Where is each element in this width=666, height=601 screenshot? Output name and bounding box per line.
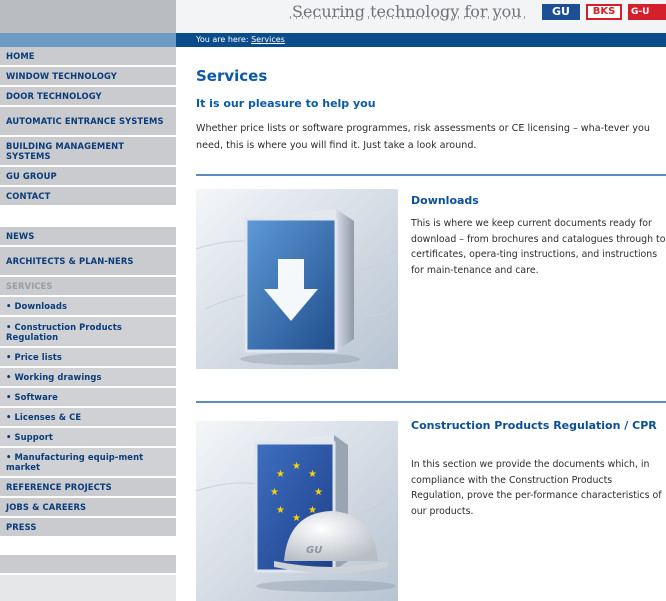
sidebar-item-window-technology[interactable]: WINDOW TECHNOLOGY bbox=[0, 67, 176, 87]
sidebar-item-architects-planners[interactable]: ARCHITECTS & PLAN-NERS bbox=[0, 247, 176, 277]
svg-text:★: ★ bbox=[292, 513, 301, 524]
sidebar-item-jobs-careers[interactable]: JOBS & CAREERS bbox=[0, 498, 176, 518]
sidebar-item-press[interactable]: PRESS bbox=[0, 518, 176, 538]
svg-text:★: ★ bbox=[308, 469, 317, 480]
breadcrumb: You are here: Services bbox=[196, 35, 285, 44]
sidebar-item-contact[interactable]: CONTACT bbox=[0, 187, 176, 207]
sidebar-subitem-manufacturing-equipment-market[interactable]: • Manufacturing equip-ment market bbox=[0, 448, 176, 478]
sidebar-subitem-support[interactable]: • Support bbox=[0, 428, 176, 448]
sidebar-subitem-software[interactable]: • Software bbox=[0, 388, 176, 408]
sidebar-item-news[interactable]: NEWS bbox=[0, 227, 176, 247]
bks-logo[interactable]: BKS bbox=[586, 4, 622, 20]
sidebar-subitem-price-lists[interactable]: • Price lists bbox=[0, 348, 176, 368]
breadcrumb-link-services[interactable]: Services bbox=[251, 35, 285, 44]
sidebar-item-home[interactable]: HOME bbox=[0, 47, 176, 67]
sidebar-subitem-downloads[interactable]: • Downloads bbox=[0, 297, 176, 317]
sidebar-item-door-technology[interactable]: DOOR TECHNOLOGY bbox=[0, 87, 176, 107]
top-bar-left bbox=[0, 33, 176, 47]
section-divider bbox=[196, 174, 666, 176]
sidebar-item-services[interactable]: SERVICES bbox=[0, 277, 176, 297]
sidebar-item-automatic-entrance-systems[interactable]: AUTOMATIC ENTRANCE SYSTEMS bbox=[0, 107, 176, 137]
svg-text:★: ★ bbox=[292, 461, 301, 472]
cpr-text: In this section we provide the documents… bbox=[411, 459, 662, 518]
sidebar-gap bbox=[0, 207, 176, 227]
sidebar-item-reference-projects[interactable]: REFERENCE PROJECTS bbox=[0, 478, 176, 498]
sidebar-nav: HOME WINDOW TECHNOLOGY DOOR TECHNOLOGY A… bbox=[0, 47, 176, 601]
section-divider-2 bbox=[196, 401, 666, 403]
download-arrow-icon bbox=[196, 189, 398, 369]
page-subtitle: It is our pleasure to help you bbox=[196, 97, 376, 110]
helmet-label: GU bbox=[306, 545, 322, 556]
sidebar-item-building-management-systems[interactable]: BUILDING MANAGEMENT SYSTEMS bbox=[0, 137, 176, 167]
eu-flag-helmet-icon: ★★★ ★★★ ★★ GU bbox=[196, 421, 398, 601]
svg-text:★: ★ bbox=[276, 505, 285, 516]
svg-text:★: ★ bbox=[270, 487, 279, 498]
sidebar-subitem-licenses-ce[interactable]: • Licenses & CE bbox=[0, 408, 176, 428]
cpr-image[interactable]: ★ ★ ★ ★ ★ ★ ★ ★ GU bbox=[196, 421, 398, 601]
sidebar-subitem-construction-products-regulation[interactable]: • Construction Products Regulation bbox=[0, 317, 176, 348]
header-left-panel bbox=[0, 0, 176, 33]
gu-group-logo[interactable]: G-U bbox=[628, 4, 666, 20]
sidebar-item-cutoff[interactable] bbox=[0, 555, 176, 575]
sidebar-gap-bottom bbox=[0, 538, 176, 555]
svg-text:★: ★ bbox=[314, 487, 323, 498]
breadcrumb-prefix: You are here: bbox=[196, 35, 249, 44]
page-title: Services bbox=[196, 67, 268, 85]
downloads-title[interactable]: Downloads bbox=[411, 193, 666, 209]
gu-logo[interactable]: GU bbox=[542, 4, 580, 20]
downloads-text: This is where we keep current documents … bbox=[411, 218, 666, 277]
sidebar-subitem-working-drawings[interactable]: • Working drawings bbox=[0, 368, 176, 388]
sidebar-item-gu-group[interactable]: GU GROUP bbox=[0, 167, 176, 187]
downloads-image[interactable] bbox=[196, 189, 398, 369]
cpr-title[interactable]: Construction Products Regulation / CPR bbox=[411, 418, 666, 434]
intro-text: Whether price lists or software programm… bbox=[196, 123, 650, 151]
tagline-decoration bbox=[290, 16, 530, 19]
site-header: Securing technology for you GU BKS G-U bbox=[0, 0, 666, 33]
svg-text:★: ★ bbox=[276, 469, 285, 480]
